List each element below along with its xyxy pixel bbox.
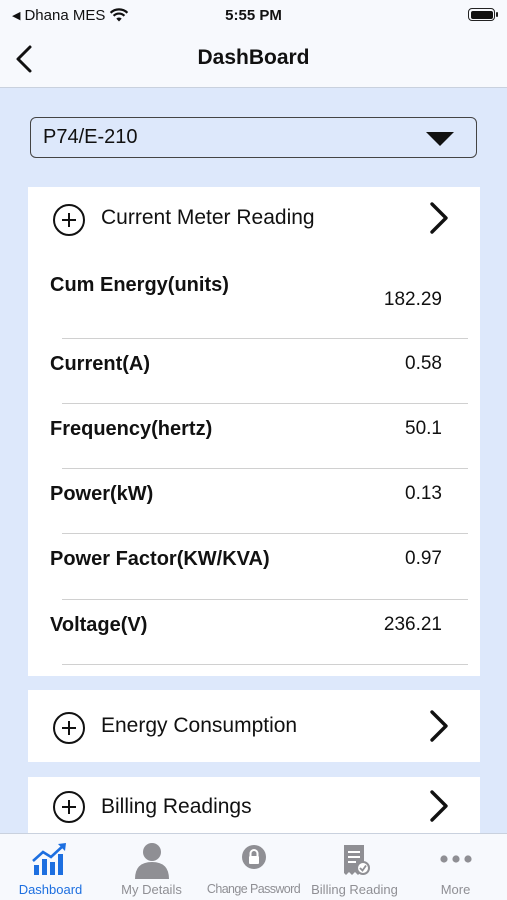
tab-dashboard[interactable]: Dashboard [0,834,101,900]
expand-plus-icon [53,204,85,236]
page-title: DashBoard [197,46,310,69]
dropdown-arrow-icon [426,132,454,146]
reading-row-power-factor: Power Factor(KW/KVA) 0.97 [28,546,480,611]
row-divider [62,403,468,404]
meter-select-value: P74/E-210 [43,126,138,148]
card-title: Energy Consumption [101,714,298,737]
row-divider [62,468,468,469]
reading-row-power: Power(kW) 0.13 [28,481,480,546]
tab-label: My Details [121,882,182,897]
card-title: Billing Readings [101,795,252,818]
receipt-icon [343,845,370,875]
reading-row-voltage: Voltage(V) 236.21 [28,612,480,677]
person-icon [134,843,169,879]
expand-plus-icon [53,712,85,744]
reading-label: Power Factor(KW/KVA) [50,548,270,570]
tab-label: More [440,882,471,897]
meter-select-dropdown[interactable]: P74/E-210 [30,117,477,158]
tab-label: Dashboard [18,882,83,897]
billing-readings-header[interactable]: Billing Readings [28,777,480,833]
tab-label: Change Password [206,882,301,896]
battery-icon [468,8,498,21]
energy-consumption-card[interactable]: Energy Consumption [28,690,480,762]
row-divider [62,338,468,339]
status-time: 5:55 PM [225,7,282,24]
expand-plus-icon [53,791,85,823]
tab-my-details[interactable]: My Details [101,834,202,900]
energy-consumption-header[interactable]: Energy Consumption [28,695,480,757]
current-meter-reading-card: Current Meter Reading Cum Energy(units) … [28,187,480,676]
reading-row-cum-energy: Cum Energy(units) 182.29 [28,273,480,338]
reading-value: 0.13 [405,483,442,504]
current-meter-reading-header[interactable]: Current Meter Reading [28,187,480,249]
chevron-right-icon [430,202,448,234]
reading-label: Current(A) [50,353,150,375]
chevron-right-icon [430,790,448,822]
reading-value: 236.21 [383,614,442,635]
bottom-tab-bar: Dashboard My Details Change Password Bil… [0,833,507,900]
tab-billing-reading[interactable]: Billing Reading [304,834,405,900]
row-divider [62,533,468,534]
nav-bar: DashBoard [0,30,507,88]
row-divider [62,599,468,600]
reading-label: Cum Energy(units) [50,274,229,296]
reading-label: Voltage(V) [50,614,148,636]
reading-row-frequency: Frequency(hertz) 50.1 [28,416,480,481]
card-title: Current Meter Reading [101,206,315,229]
more-icon [439,855,472,863]
reading-label: Frequency(hertz) [50,418,213,440]
tab-more[interactable]: More [405,834,506,900]
status-bar: ◀ Dhana MES 5:55 PM [0,0,507,30]
row-divider [62,664,468,665]
billing-readings-card[interactable]: Billing Readings [28,777,480,833]
reading-value: 50.1 [405,418,442,439]
reading-row-current: Current(A) 0.58 [28,351,480,416]
lock-icon [241,845,266,869]
reading-label: Power(kW) [50,483,154,505]
reading-value: 0.97 [405,548,442,569]
tab-change-password[interactable]: Change Password [203,834,304,900]
chart-icon [31,843,66,875]
tab-label: Billing Reading [311,882,398,897]
reading-value: 0.58 [405,353,442,374]
reading-value: 182.29 [383,289,442,310]
chevron-right-icon [430,710,448,742]
